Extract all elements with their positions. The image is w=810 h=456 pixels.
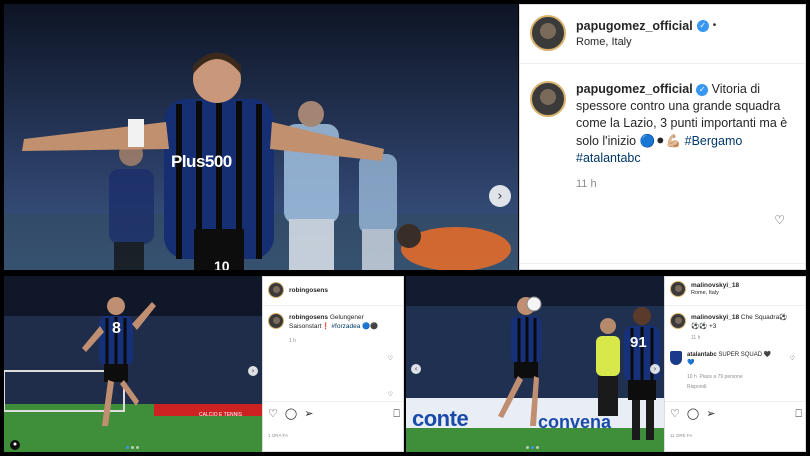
heart-icon[interactable]: ♡ <box>670 407 680 421</box>
right-posted-ago: 11 ORE FA <box>670 433 693 438</box>
heart-icon[interactable]: ♡ <box>268 407 278 421</box>
ball <box>526 296 542 312</box>
right-header-location[interactable]: Rome, Italy <box>691 290 739 296</box>
left-action-bar: ♡ ◯ ➢ ⎕ <box>268 407 400 421</box>
right-actions-divider <box>665 401 805 402</box>
jersey-sponsor: Plus500 <box>171 152 232 171</box>
left-caption-avatar[interactable] <box>268 313 284 329</box>
left-post-header: robingosens <box>268 282 328 298</box>
right-ad-board: conte <box>412 406 469 431</box>
left-caption-emojis: 🔵⚫ <box>362 323 379 330</box>
header-location[interactable]: Rome, Italy <box>576 36 716 48</box>
right-prev-button[interactable]: ‹ <box>411 364 421 374</box>
chevron-left-icon: ‹ <box>414 365 418 373</box>
chevron-right-icon: › <box>251 367 255 375</box>
right-ad-board-2: convena <box>538 412 612 432</box>
comment-emoji: 💙 <box>687 360 695 366</box>
left-ad-board: CALCIO E TENNIS <box>199 412 242 418</box>
comment-row: atalantabc SUPER SQUAD 🖤 💙 10 h Piace a … <box>670 351 800 391</box>
hashtag-bergamo[interactable]: #Bergamo <box>685 134 743 148</box>
left-stadium <box>4 276 262 452</box>
left-avatar[interactable] <box>268 282 284 298</box>
comment-meta: 10 h Piace a 79 persone <box>687 373 771 381</box>
left-hashtag[interactable]: #forzadea <box>331 323 360 330</box>
next-photo-button[interactable]: › <box>489 185 511 207</box>
background-player-lazio <box>284 101 339 270</box>
caption-time: 11 h <box>576 178 597 190</box>
left-header-divider <box>263 305 403 306</box>
caption-username[interactable]: papugomez_official <box>576 82 693 96</box>
bookmark-icon[interactable]: ⎕ <box>795 407 802 421</box>
right-post-header: malinovskyi_18 Rome, Italy <box>670 281 739 297</box>
main-post-photo: Plus500 10 › <box>4 4 518 270</box>
comment-time: 10 h <box>687 374 697 380</box>
user-tag-icon[interactable]: ● <box>10 440 20 450</box>
caption-emojis: 🔵⚫💪🏼 <box>639 133 682 148</box>
post-header: papugomez_official ✓ • Rome, Italy <box>530 15 716 51</box>
chevron-right-icon: › <box>653 365 657 373</box>
right-post-sidebar: malinovskyi_18 Rome, Italy malinovskyi_1… <box>664 276 806 452</box>
bookmark-icon[interactable]: ⎕ <box>393 407 400 421</box>
left-caption-username[interactable]: robingosens <box>289 314 328 321</box>
comment-icon[interactable]: ◯ <box>687 407 699 421</box>
left-carousel-dots <box>126 446 139 449</box>
paper-plane-icon[interactable]: ➢ <box>304 407 313 421</box>
comment-username[interactable]: atalantabc <box>687 352 717 358</box>
left-next-button[interactable]: › <box>248 366 258 376</box>
more-options-icon[interactable]: • <box>713 20 717 31</box>
shirt-number: 10 <box>214 258 230 270</box>
left-post-sidebar: robingosens robingosens Gelungener Saiso… <box>262 276 404 452</box>
comment-text: SUPER SQUAD 🖤 <box>718 352 772 358</box>
comment-reply[interactable]: Rispondi <box>687 383 771 391</box>
main-post-sidebar: papugomez_official ✓ • Rome, Italy papug… <box>519 4 806 270</box>
left-posted-ago: 1 ORA FA <box>268 433 289 438</box>
verified-badge-icon: ✓ <box>696 19 709 32</box>
right-action-bar: ♡ ◯ ➢ ⎕ <box>670 407 802 421</box>
heart-icon[interactable]: ♡ <box>388 355 393 362</box>
left-shirt-number: 8 <box>112 320 121 337</box>
right-next-button[interactable]: › <box>650 364 660 374</box>
right-carousel-dots <box>526 446 539 449</box>
comment-likes[interactable]: Piace a 79 persone <box>700 374 743 380</box>
avatar[interactable] <box>530 15 566 51</box>
left-post-photo: 8 CALCIO E TENNIS › ● <box>4 276 262 452</box>
caption-verified-icon: ✓ <box>696 83 709 96</box>
right-caption-block: malinovskyi_18 Che Squadra⚽ ⚽⚽ +3 11 h <box>670 313 800 343</box>
actions-divider <box>520 263 805 264</box>
header-username[interactable]: papugomez_official <box>576 19 693 33</box>
stadium-background <box>4 4 518 270</box>
right-shirt-number: 91 <box>630 334 647 351</box>
hashtag-atalantabc[interactable]: #atalantabc <box>576 151 641 165</box>
paper-plane-icon[interactable]: ➢ <box>706 407 715 421</box>
left-actions-divider <box>263 401 403 402</box>
background-player-lazio-2 <box>359 154 397 270</box>
caption-block: papugomez_official ✓ Vitoria di spessore… <box>530 81 800 193</box>
right-header-username[interactable]: malinovskyi_18 <box>691 282 739 289</box>
caption-avatar[interactable] <box>530 81 566 117</box>
heart-icon[interactable]: ♡ <box>774 213 785 227</box>
header-divider <box>520 63 805 64</box>
left-header-username[interactable]: robingosens <box>289 287 328 294</box>
heart-icon[interactable]: ♡ <box>790 355 795 362</box>
right-caption-text: Che Squadra⚽ <box>740 314 788 321</box>
right-caption-username[interactable]: malinovskyi_18 <box>691 314 739 321</box>
left-caption-block: robingosens Gelungener Saisonstart❗️ #fo… <box>268 313 398 346</box>
right-caption-time: 11 h <box>691 335 701 341</box>
right-header-divider <box>665 305 805 306</box>
left-caption-time: 1 h <box>289 338 296 344</box>
chevron-right-icon: › <box>497 188 503 204</box>
atalanta-logo-icon[interactable] <box>670 351 682 365</box>
right-avatar[interactable] <box>670 281 686 297</box>
heart-icon[interactable]: ♡ <box>388 391 393 398</box>
right-caption-emojis: ⚽⚽ +3 <box>691 323 717 330</box>
comment-icon[interactable]: ◯ <box>285 407 297 421</box>
right-caption-avatar[interactable] <box>670 313 686 329</box>
right-post-photo: conte convena 91 ‹ › <box>406 276 664 452</box>
